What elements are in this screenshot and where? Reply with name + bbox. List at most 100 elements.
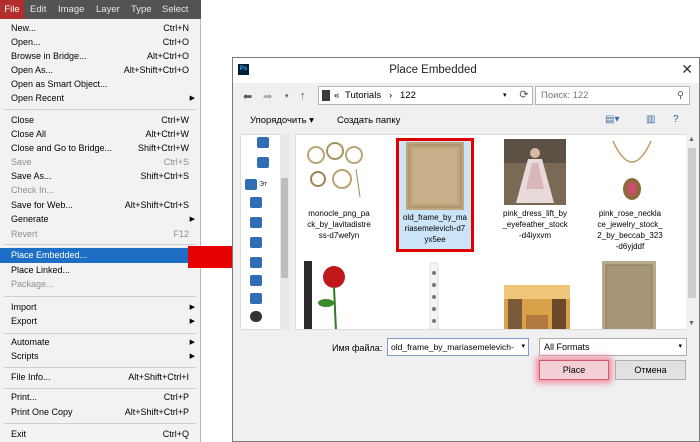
menu-divider: [4, 423, 196, 424]
menu-item-new[interactable]: New... Ctrl+N: [0, 21, 200, 36]
file-item-selected[interactable]: old_frame_by_ma riasemelevich-d7 yx5ee: [396, 138, 474, 252]
menu-item-print[interactable]: Print... Ctrl+P: [0, 390, 200, 405]
help-icon[interactable]: ?: [673, 114, 679, 125]
submenu-arrow-icon: ▶: [189, 353, 195, 360]
nav-item-this-pc[interactable]: Эт: [259, 181, 267, 188]
menu-item-open-as[interactable]: Open As... Alt+Shift+Ctrl+O: [0, 63, 200, 78]
desktop-icon[interactable]: [250, 293, 262, 304]
menu-item-generate[interactable]: Generate ▶: [0, 212, 200, 227]
new-folder-button[interactable]: Создать папку: [337, 115, 400, 126]
menu-item-exit[interactable]: Exit Ctrl+Q: [0, 427, 200, 442]
filename-dropdown-icon[interactable]: ▾: [521, 339, 525, 355]
menu-item-save-for-web[interactable]: Save for Web... Alt+Shift+Ctrl+S: [0, 198, 200, 213]
menu-item-close[interactable]: Close Ctrl+W: [0, 113, 200, 128]
file-format-select[interactable]: All Formats ▾: [539, 338, 687, 356]
file-thumbnail-old-frame: [406, 142, 464, 210]
menu-item-browse-in-bridge[interactable]: Browse in Bridge... Alt+Ctrl+O: [0, 49, 200, 64]
back-icon[interactable]: ⬅: [243, 90, 252, 103]
video-icon[interactable]: [250, 197, 262, 208]
menu-item-package[interactable]: Package...: [0, 277, 200, 292]
dialog-titlebar: Ps Place Embedded ✕: [233, 58, 699, 83]
history-dropdown-icon[interactable]: ▾: [285, 92, 289, 100]
filename-label: Имя файла:: [332, 343, 383, 353]
menu-image[interactable]: Image: [58, 4, 84, 15]
documents-icon[interactable]: [250, 217, 262, 228]
folder-icon[interactable]: [257, 157, 269, 168]
menu-edit[interactable]: Edit: [30, 4, 46, 15]
view-options-icon[interactable]: ▤▾: [605, 114, 619, 125]
file-name: pink_dress_lift_by _eyefeather_stock -d4iy…: [502, 209, 568, 240]
submenu-arrow-icon: ▶: [189, 216, 195, 223]
menubar: File Edit Image Layer Type Select: [0, 0, 201, 19]
organize-button[interactable]: Упорядочить ▾: [250, 115, 314, 126]
menu-item-open-as-smart-object[interactable]: Open as Smart Object...: [0, 77, 200, 92]
scroll-up-icon[interactable]: ▲: [688, 136, 695, 143]
menu-item-close-and-go-to-bridge[interactable]: Close and Go to Bridge... Shift+Ctrl+W: [0, 141, 200, 156]
dialog-title: Place Embedded: [389, 64, 477, 76]
folder-icon: [322, 90, 330, 101]
menu-item-place-embedded[interactable]: Place Embedded...: [0, 248, 200, 263]
menu-item-close-all[interactable]: Close All Alt+Ctrl+W: [0, 127, 200, 142]
preview-pane-icon[interactable]: ▥: [646, 114, 655, 125]
submenu-arrow-icon: ▶: [189, 95, 195, 102]
menu-divider: [4, 333, 196, 334]
file-menu: New... Ctrl+N Open... Ctrl+O Browse in Bri…: [0, 19, 201, 442]
menu-select[interactable]: Select: [162, 4, 188, 15]
format-dropdown-icon: ▾: [678, 343, 682, 350]
address-dropdown-icon[interactable]: ▾: [503, 91, 507, 99]
menu-item-save[interactable]: Save Ctrl+S: [0, 155, 200, 170]
menu-item-open-recent[interactable]: Open Recent ▶: [0, 91, 200, 106]
file-thumbnail-icon-strip[interactable]: [416, 261, 452, 330]
forward-icon[interactable]: ➡: [263, 90, 272, 103]
menu-file[interactable]: File: [0, 0, 24, 19]
search-box[interactable]: Поиск: 122 ⚲: [535, 86, 690, 105]
menu-layer[interactable]: Layer: [96, 4, 120, 15]
music-icon[interactable]: [250, 275, 262, 286]
menu-item-check-in[interactable]: Check In...: [0, 183, 200, 198]
menu-type[interactable]: Type: [131, 4, 152, 15]
drive-icon[interactable]: [250, 311, 262, 322]
menu-divider: [4, 367, 196, 368]
pictures-icon[interactable]: [250, 257, 262, 268]
breadcrumb-overflow[interactable]: «: [334, 90, 339, 101]
place-embedded-dialog: Ps Place Embedded ✕ ⬅ ➡ ▾ ↑ « Tutorials …: [232, 57, 700, 442]
menu-item-place-linked[interactable]: Place Linked...: [0, 263, 200, 278]
filename-input[interactable]: old_frame_by_mariasemelevich- ▾: [387, 338, 529, 356]
file-list: monocle_png_pa ck_by_lavitadistre ss-d7wef…: [295, 134, 687, 330]
file-thumbnail-pink-rose-necklace: [599, 139, 665, 205]
menu-item-import[interactable]: Import ▶: [0, 300, 200, 315]
onedrive-icon[interactable]: [257, 137, 269, 148]
menu-item-print-one-copy[interactable]: Print One Copy Alt+Shift+Ctrl+P: [0, 405, 200, 420]
menu-item-export[interactable]: Export ▶: [0, 314, 200, 329]
file-name: old_frame_by_ma riasemelevich-d7 yx5ee: [402, 213, 468, 244]
downloads-icon[interactable]: [250, 237, 262, 248]
nav-pane-scrollbar[interactable]: [280, 134, 289, 330]
file-thumbnail-pink-dress: [504, 139, 566, 205]
nav-pane-scroll-thumb[interactable]: [281, 178, 288, 278]
refresh-icon[interactable]: ⟳: [516, 86, 532, 105]
menu-item-save-as[interactable]: Save As... Shift+Ctrl+S: [0, 169, 200, 184]
file-thumbnail-city-street[interactable]: [504, 285, 570, 330]
breadcrumb-tutorials[interactable]: Tutorials: [345, 90, 381, 101]
submenu-arrow-icon: ▶: [189, 318, 195, 325]
menu-item-revert[interactable]: Revert F12: [0, 227, 200, 242]
submenu-arrow-icon: ▶: [189, 339, 195, 346]
menu-item-file-info[interactable]: File Info... Alt+Shift+Ctrl+I: [0, 370, 200, 385]
menu-item-scripts[interactable]: Scripts ▶: [0, 349, 200, 364]
place-button[interactable]: Place: [539, 360, 609, 380]
breadcrumb-122[interactable]: 122: [400, 90, 416, 101]
file-list-scroll-thumb[interactable]: [688, 148, 696, 298]
menu-item-automate[interactable]: Automate ▶: [0, 335, 200, 350]
search-input[interactable]: Поиск: 122: [541, 90, 588, 101]
file-list-scrollbar[interactable]: ▲ ▼: [686, 134, 698, 330]
breadcrumb-separator: ›: [389, 90, 393, 101]
file-thumbnail-old-paper[interactable]: [602, 261, 656, 330]
address-bar[interactable]: « Tutorials › 122 ▾: [318, 86, 533, 105]
up-folder-icon[interactable]: ↑: [300, 90, 306, 102]
cancel-button[interactable]: Отмена: [615, 360, 686, 380]
file-thumbnail-rose[interactable]: [304, 261, 364, 330]
menu-item-open[interactable]: Open... Ctrl+O: [0, 35, 200, 50]
computer-icon[interactable]: [245, 179, 257, 190]
close-icon[interactable]: ✕: [681, 61, 693, 78]
scroll-down-icon[interactable]: ▼: [688, 320, 695, 327]
